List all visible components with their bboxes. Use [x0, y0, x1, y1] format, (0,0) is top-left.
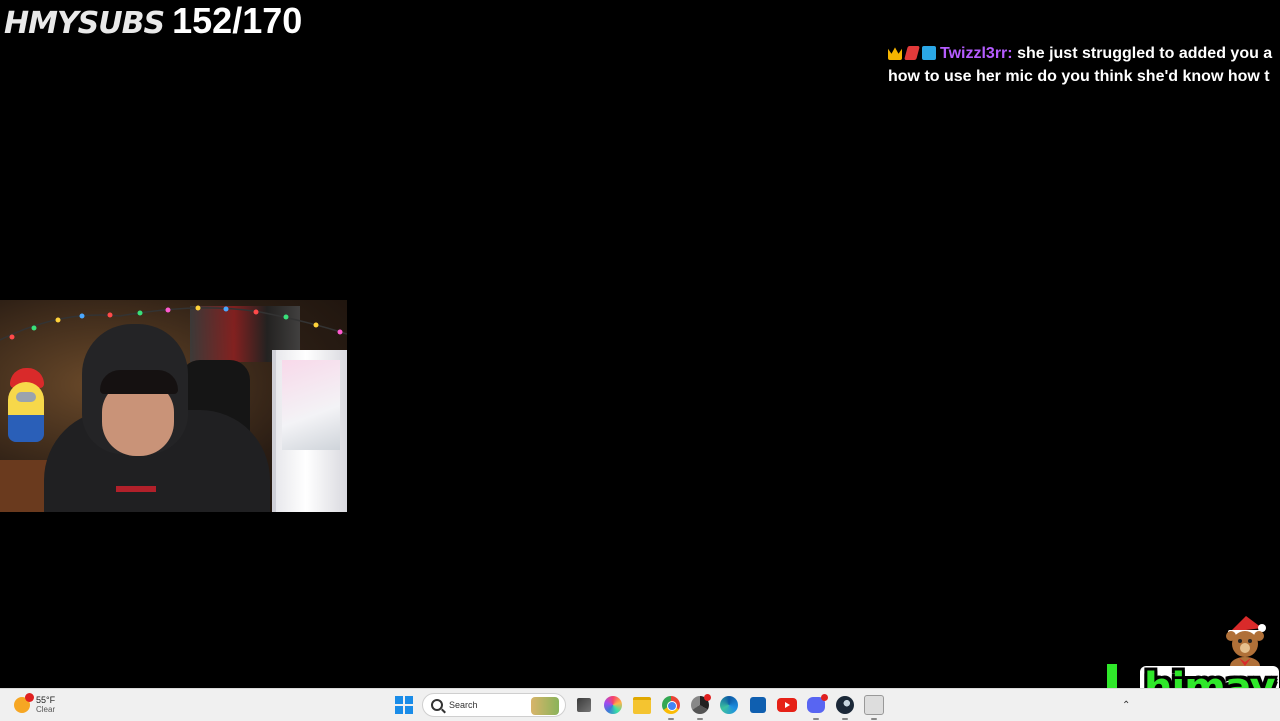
search-highlight-icon	[531, 697, 559, 715]
chat-overlay: Twizzl3rr: she just struggled to added y…	[888, 42, 1280, 92]
chrome-profile-icon	[691, 694, 711, 714]
crown-badge-icon	[888, 47, 902, 60]
weather-temp: 55°F	[36, 695, 56, 705]
copilot-icon	[604, 696, 622, 714]
weather-icon	[14, 693, 34, 713]
discord-icon	[807, 694, 828, 713]
taskbar: 55°F Clear Search ⌃	[0, 688, 1280, 721]
system-tray: ⌃	[1122, 697, 1130, 713]
obs-button[interactable]	[863, 694, 885, 720]
chat-message-line-1: Twizzl3rr: she just struggled to added y…	[888, 42, 1280, 65]
copilot-button[interactable]	[602, 694, 624, 716]
taskbar-apps: Search	[393, 691, 885, 720]
windows-logo-icon	[394, 695, 414, 715]
chrome-icon	[662, 696, 680, 714]
gem-badge-icon	[904, 46, 920, 60]
weather-widget[interactable]: 55°F Clear	[14, 693, 55, 717]
cube-badge-icon	[922, 46, 936, 60]
minion-figure	[8, 382, 44, 442]
obs-icon	[864, 695, 884, 715]
chrome-button[interactable]	[660, 694, 682, 720]
discord-button[interactable]	[805, 694, 828, 720]
chat-username: Twizzl3rr:	[940, 45, 1013, 62]
steam-button[interactable]	[834, 694, 856, 720]
webcam-feed	[0, 300, 347, 512]
task-view-button[interactable]	[573, 694, 595, 716]
task-view-icon	[577, 698, 591, 712]
chat-message-text-1: she just struggled to added you a	[1017, 45, 1273, 62]
search-placeholder: Search	[449, 700, 478, 710]
youtube-button[interactable]	[776, 694, 798, 716]
edge-button[interactable]	[718, 694, 740, 716]
store-icon	[750, 697, 766, 713]
pc-case-glass	[282, 360, 340, 450]
sub-goal-label: HMYSUBS	[4, 6, 165, 41]
file-explorer-button[interactable]	[631, 694, 653, 716]
search-icon	[431, 699, 443, 711]
chat-message-text-2: how to use her mic do you think she'd kn…	[888, 68, 1270, 85]
start-button[interactable]	[393, 694, 415, 716]
folder-icon	[633, 696, 651, 714]
weather-condition: Clear	[36, 705, 56, 714]
hoodie-logo	[116, 486, 156, 492]
chevron-up-icon[interactable]: ⌃	[1122, 700, 1130, 711]
steam-icon	[836, 696, 854, 714]
youtube-icon	[777, 698, 797, 712]
streamer-hair	[100, 370, 178, 394]
chrome-profile-button[interactable]	[689, 694, 711, 720]
taskbar-search[interactable]: Search	[422, 693, 566, 717]
store-button[interactable]	[747, 694, 769, 716]
sub-goal-overlay: HMYSUBS 152/170	[4, 0, 302, 41]
sub-goal-count: 152/170	[172, 0, 303, 41]
minion-goggle	[16, 392, 36, 402]
edge-icon	[720, 696, 738, 714]
